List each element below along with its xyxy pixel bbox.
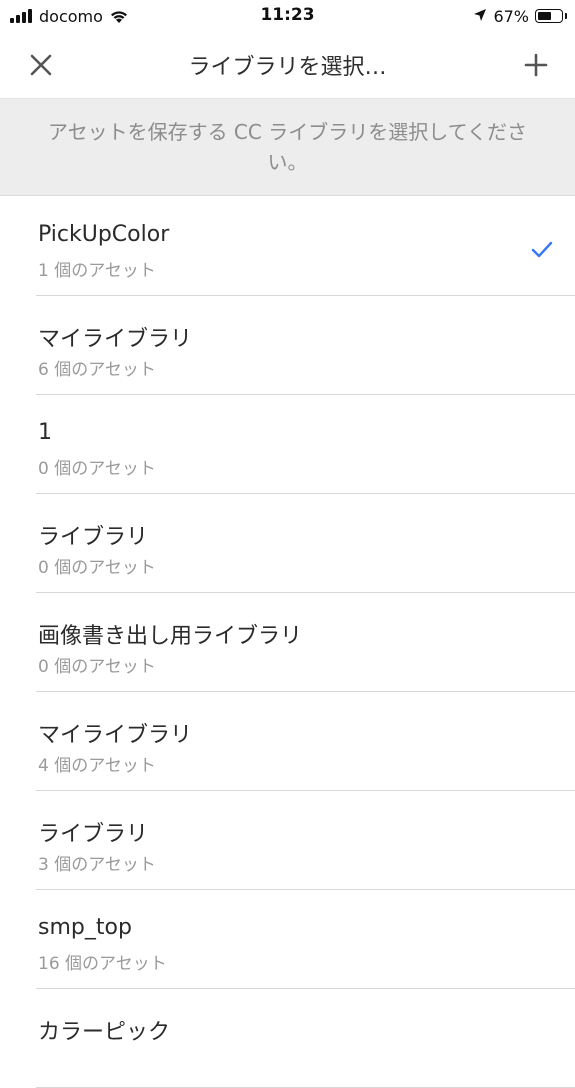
asset-count: 0 個のアセット <box>38 558 156 578</box>
asset-count: 6 個のアセット <box>38 360 156 380</box>
library-item[interactable]: カラーピック <box>36 989 575 1088</box>
location-icon <box>473 7 487 26</box>
library-name: ライブラリ <box>38 525 149 550</box>
asset-count: 3 個のアセット <box>38 855 156 875</box>
library-item[interactable]: 画像書き出し用ライブラリ 0 個のアセット <box>36 593 575 692</box>
library-item[interactable]: ライブラリ 0 個のアセット <box>36 494 575 593</box>
library-list: PickUpColor 1 個のアセットマイライブラリ 6 個のアセット 1 0 個のア… <box>0 197 575 1088</box>
plus-icon <box>524 53 548 77</box>
checkmark-icon <box>531 241 553 258</box>
library-name: smp_top <box>38 915 132 940</box>
asset-count: 16 個のアセット <box>38 954 167 974</box>
status-bar: docomo 11:23 67% <box>0 0 575 32</box>
page-title: ライブラリを選択… <box>188 55 387 80</box>
library-name: ライブラリ <box>38 822 149 847</box>
library-item[interactable]: マイライブラリ 6 個のアセット <box>36 296 575 395</box>
library-name: 1 <box>38 420 52 445</box>
library-name: カラーピック <box>38 1020 171 1045</box>
library-name: PickUpColor <box>38 222 170 247</box>
nav-bar: ライブラリを選択… <box>0 32 575 98</box>
library-name: 画像書き出し用ライブラリ <box>38 624 303 649</box>
asset-count: 0 個のアセット <box>38 657 156 677</box>
battery-percent: 67% <box>493 6 529 26</box>
battery-fill <box>538 12 551 20</box>
instruction-text: アセットを保存する CC ライブラリを選択してください。 <box>47 120 528 174</box>
battery-icon <box>535 9 567 23</box>
library-item[interactable]: smp_top 16 個のアセット <box>36 890 575 989</box>
instruction-banner: アセットを保存する CC ライブラリを選択してください。 <box>0 98 575 196</box>
library-name: マイライブラリ <box>38 327 193 352</box>
library-item[interactable]: マイライブラリ 4 個のアセット <box>36 692 575 791</box>
battery-tip <box>565 13 567 19</box>
add-library-button[interactable] <box>521 50 551 80</box>
library-item[interactable]: PickUpColor 1 個のアセット <box>36 197 575 296</box>
library-item[interactable]: ライブラリ 3 個のアセット <box>36 791 575 890</box>
library-item[interactable]: 1 0 個のアセット <box>36 395 575 494</box>
asset-count: 0 個のアセット <box>38 459 156 479</box>
asset-count: 4 個のアセット <box>38 756 156 776</box>
asset-count: 1 個のアセット <box>38 261 156 281</box>
status-right: 67% <box>473 6 567 26</box>
library-name: マイライブラリ <box>38 723 193 748</box>
